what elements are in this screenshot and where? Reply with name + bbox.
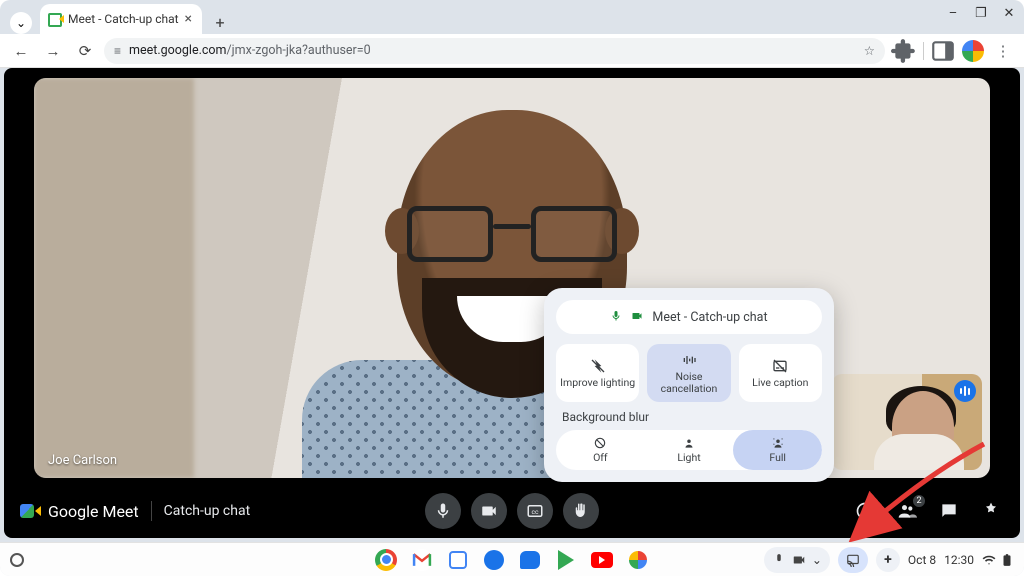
mic-toggle-button[interactable] [425, 493, 461, 529]
improve-lighting-button[interactable]: Improve lighting [556, 344, 639, 402]
address-bar[interactable]: ≡ meet.google.com/jmx-zgoh-jka?authuser=… [104, 38, 885, 64]
noise-cancellation-button[interactable]: Noise cancellation [647, 344, 730, 402]
photos-app-icon[interactable] [627, 549, 649, 571]
background-blur-label: Background blur [562, 410, 822, 424]
cast-icon [846, 553, 860, 567]
participant-name-label: Joe Carlson [48, 453, 117, 468]
chrome-window: ⌄ Meet - Catch-up chat × + – ❐ ✕ ← → ⟳ ≡… [0, 0, 1024, 576]
gmail-app-icon[interactable] [411, 549, 433, 571]
browser-toolbar: ← → ⟳ ≡ meet.google.com/jmx-zgoh-jka?aut… [0, 34, 1024, 68]
back-button[interactable]: ← [8, 38, 34, 64]
shelf-media-controls[interactable]: ⌄ [764, 547, 830, 573]
chromeos-shelf: ⌄ + Oct 8 12:30 [0, 542, 1024, 576]
camera-active-icon [630, 310, 644, 325]
side-panel-button[interactable] [930, 38, 956, 64]
chrome-menu-button[interactable]: ⋮ [990, 38, 1016, 64]
camera-toggle-button[interactable] [471, 493, 507, 529]
meeting-name: Catch-up chat [164, 503, 251, 519]
extensions-button[interactable] [891, 38, 917, 64]
people-button[interactable]: 2 [894, 498, 920, 524]
camera-icon [792, 553, 806, 567]
site-info-icon[interactable]: ≡ [114, 44, 121, 58]
captions-button[interactable]: cc [517, 493, 553, 529]
popup-header: Meet - Catch-up chat [556, 300, 822, 334]
files-app-icon[interactable] [483, 549, 505, 571]
live-caption-button[interactable]: Live caption [739, 344, 822, 402]
blur-full-button[interactable]: Full [733, 430, 822, 470]
wifi-icon [982, 553, 996, 567]
shelf-date: Oct 8 [908, 553, 936, 567]
tab-search-button[interactable]: ⌄ [10, 12, 32, 34]
meet-app: Joe Carlson Meet - Catch-up chat [4, 68, 1020, 538]
chrome-app-icon[interactable] [375, 549, 397, 571]
meet-favicon-icon [48, 12, 62, 26]
product-name: Google Meet [48, 502, 139, 521]
shelf-add-button[interactable]: + [876, 548, 900, 572]
shelf-cast-button[interactable] [838, 547, 868, 573]
self-view-tile[interactable] [832, 374, 982, 470]
window-controls: – ❐ ✕ [946, 6, 1016, 20]
blur-off-button[interactable]: Off [556, 430, 645, 470]
meet-logo: Google Meet [20, 502, 139, 521]
status-tray[interactable] [982, 553, 1014, 567]
close-window-button[interactable]: ✕ [1002, 6, 1016, 20]
browser-tab[interactable]: Meet - Catch-up chat × [40, 4, 202, 34]
meeting-details-button[interactable] [852, 498, 878, 524]
play-store-app-icon[interactable] [555, 549, 577, 571]
popup-title: Meet - Catch-up chat [652, 310, 767, 325]
new-tab-button[interactable]: + [208, 10, 232, 34]
chat-button[interactable] [936, 498, 962, 524]
battery-icon [1000, 553, 1014, 567]
blur-light-button[interactable]: Light [645, 430, 734, 470]
youtube-app-icon[interactable] [591, 549, 613, 571]
calendar-app-icon[interactable] [447, 549, 469, 571]
profile-button[interactable] [960, 38, 986, 64]
mic-active-icon [610, 310, 622, 325]
shelf-time: 12:30 [944, 553, 974, 567]
mic-icon [772, 553, 786, 567]
bookmark-star-icon[interactable]: ☆ [864, 43, 875, 59]
svg-text:cc: cc [531, 508, 539, 516]
close-tab-button[interactable]: × [185, 11, 192, 27]
reload-button[interactable]: ⟳ [72, 38, 98, 64]
messages-app-icon[interactable] [519, 549, 541, 571]
meet-bottom-bar: Google Meet Catch-up chat cc [4, 484, 1020, 538]
url-host: meet.google.com [129, 43, 227, 58]
url-path: /jmx-zgoh-jka?authuser=0 [227, 43, 371, 58]
right-controls: 2 [852, 498, 1004, 524]
raise-hand-button[interactable] [563, 493, 599, 529]
forward-button[interactable]: → [40, 38, 66, 64]
shelf-apps [375, 549, 649, 571]
tab-strip: ⌄ Meet - Catch-up chat × + [0, 0, 1024, 34]
people-count-badge: 2 [912, 494, 926, 508]
speaking-indicator-icon [954, 380, 976, 402]
call-controls: cc [425, 493, 599, 529]
minimize-button[interactable]: – [946, 6, 960, 20]
chevron-down-icon: ⌄ [812, 553, 822, 567]
meet-logo-icon [20, 503, 40, 519]
maximize-button[interactable]: ❐ [974, 6, 988, 20]
launcher-button[interactable] [10, 553, 24, 567]
video-settings-popup: Meet - Catch-up chat Improve lighting No… [544, 288, 834, 482]
tab-title: Meet - Catch-up chat [68, 12, 179, 26]
activities-button[interactable] [978, 498, 1004, 524]
background-blur-segmented: Off Light Full [556, 430, 822, 470]
